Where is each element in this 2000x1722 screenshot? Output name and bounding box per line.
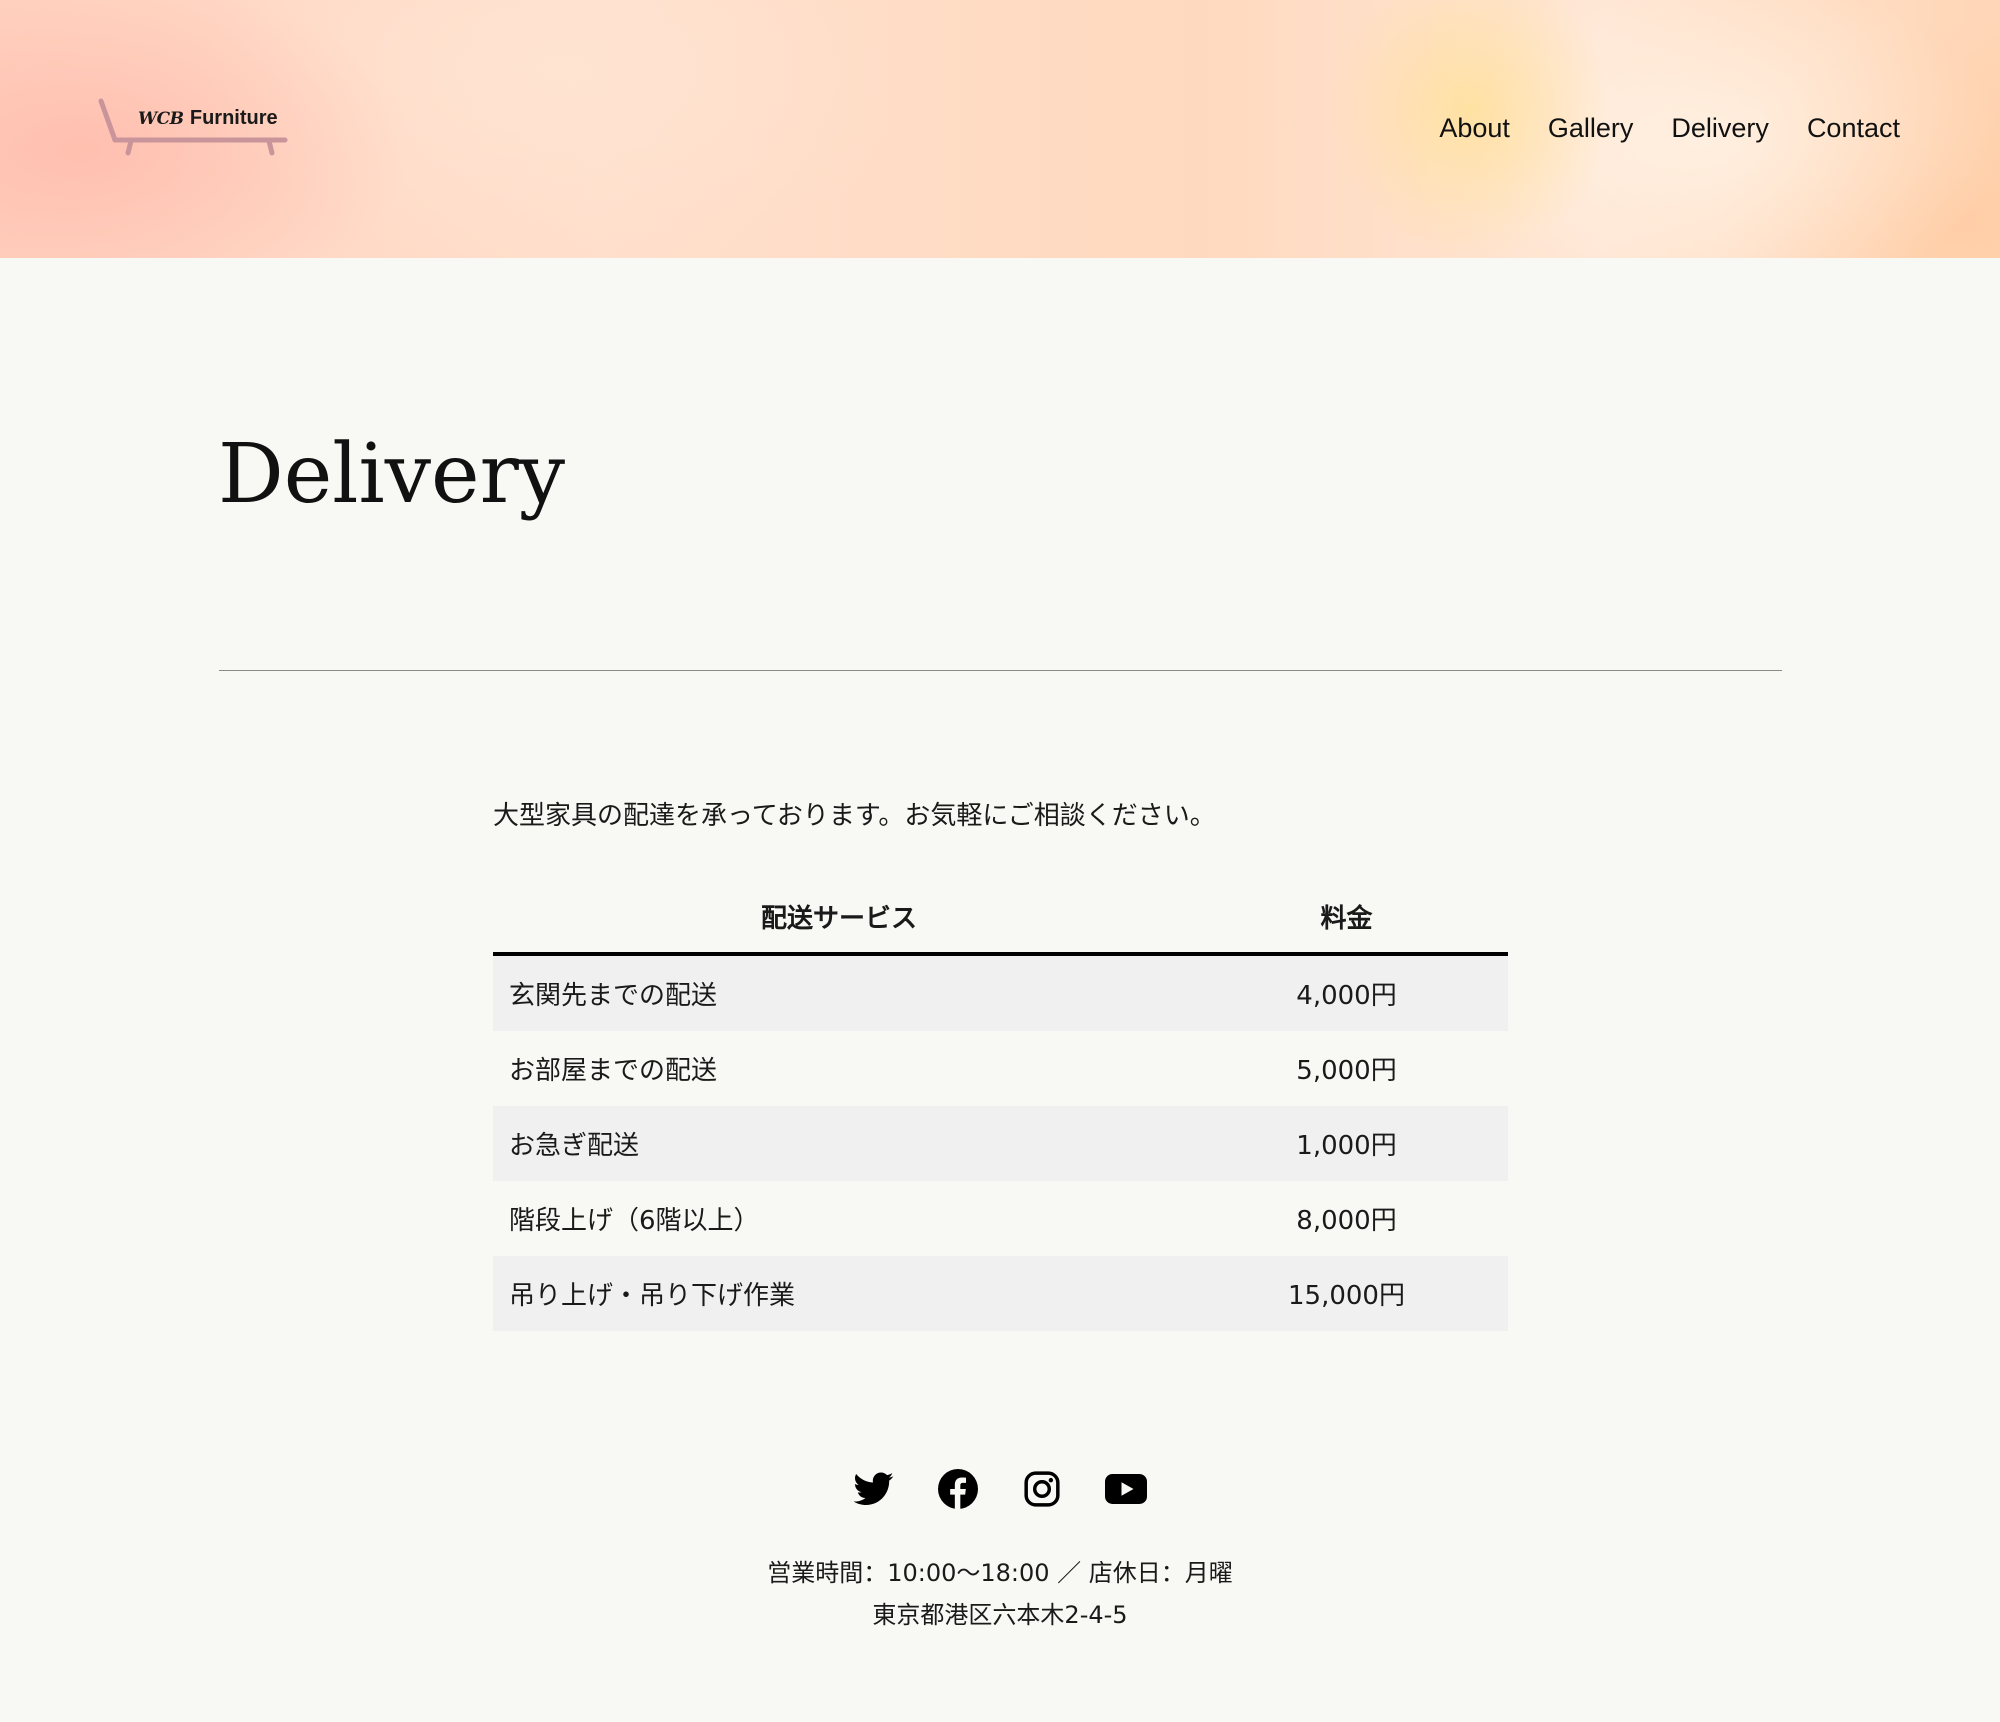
main-navigation: About Gallery Delivery Contact [1439,108,1900,148]
fee-cell: 4,000円 [1185,954,1508,1031]
service-cell: お急ぎ配送 [493,1106,1185,1181]
youtube-icon [1105,1474,1147,1504]
instagram-link[interactable] [1021,1468,1063,1510]
social-links [0,1468,2000,1510]
facebook-icon [938,1469,978,1509]
business-hours: 営業時間：10:00〜18:00 ／ 店休日：月曜 [767,1559,1233,1587]
table-row: お急ぎ配送 1,000円 [493,1106,1508,1181]
twitter-link[interactable] [853,1468,895,1510]
youtube-link[interactable] [1105,1468,1147,1510]
facebook-link[interactable] [937,1468,979,1510]
table-row: お部屋までの配送 5,000円 [493,1031,1508,1106]
logo-name: Furniture [189,107,278,129]
nav-contact[interactable]: Contact [1807,108,1900,148]
table-row: 階段上げ（6階以上） 8,000円 [493,1181,1508,1256]
nav-gallery[interactable]: Gallery [1548,108,1634,148]
nav-about[interactable]: About [1439,108,1510,148]
logo-prefix: WCB [138,109,184,129]
fee-cell: 15,000円 [1185,1256,1508,1331]
footer-info: 営業時間：10:00〜18:00 ／ 店休日：月曜 東京都港区六本木2-4-5 [0,1552,2000,1636]
table-header-row: 配送サービス 料金 [493,880,1508,956]
title-separator [219,670,1782,671]
service-cell: 吊り上げ・吊り下げ作業 [493,1256,1185,1331]
store-address: 東京都港区六本木2-4-5 [872,1601,1128,1629]
fee-cell: 8,000円 [1296,1206,1397,1236]
page-title: Delivery [218,427,566,522]
fee-cell: 1,000円 [1185,1106,1508,1181]
logo-text: WCB Furniture [138,106,278,130]
fee-cell: 5,000円 [1296,1056,1397,1086]
header-service: 配送サービス [493,880,1185,956]
site-header: WCB Furniture About Gallery Delivery Con… [0,0,2000,258]
delivery-price-table: 配送サービス 料金 玄関先までの配送 4,000円 お部屋までの配送 5,000… [493,880,1508,1331]
service-cell: お部屋までの配送 [509,1056,718,1086]
site-logo[interactable]: WCB Furniture [98,96,292,162]
service-cell: 階段上げ（6階以上） [509,1206,760,1236]
intro-text: 大型家具の配達を承っております。お気軽にご相談ください。 [493,801,1216,831]
twitter-icon [854,1472,894,1505]
instagram-icon [1024,1471,1060,1507]
nav-delivery[interactable]: Delivery [1671,108,1769,148]
table-row: 吊り上げ・吊り下げ作業 15,000円 [493,1256,1508,1331]
table-row: 玄関先までの配送 4,000円 [493,954,1508,1031]
header-fee: 料金 [1185,880,1508,956]
service-cell: 玄関先までの配送 [493,954,1185,1031]
